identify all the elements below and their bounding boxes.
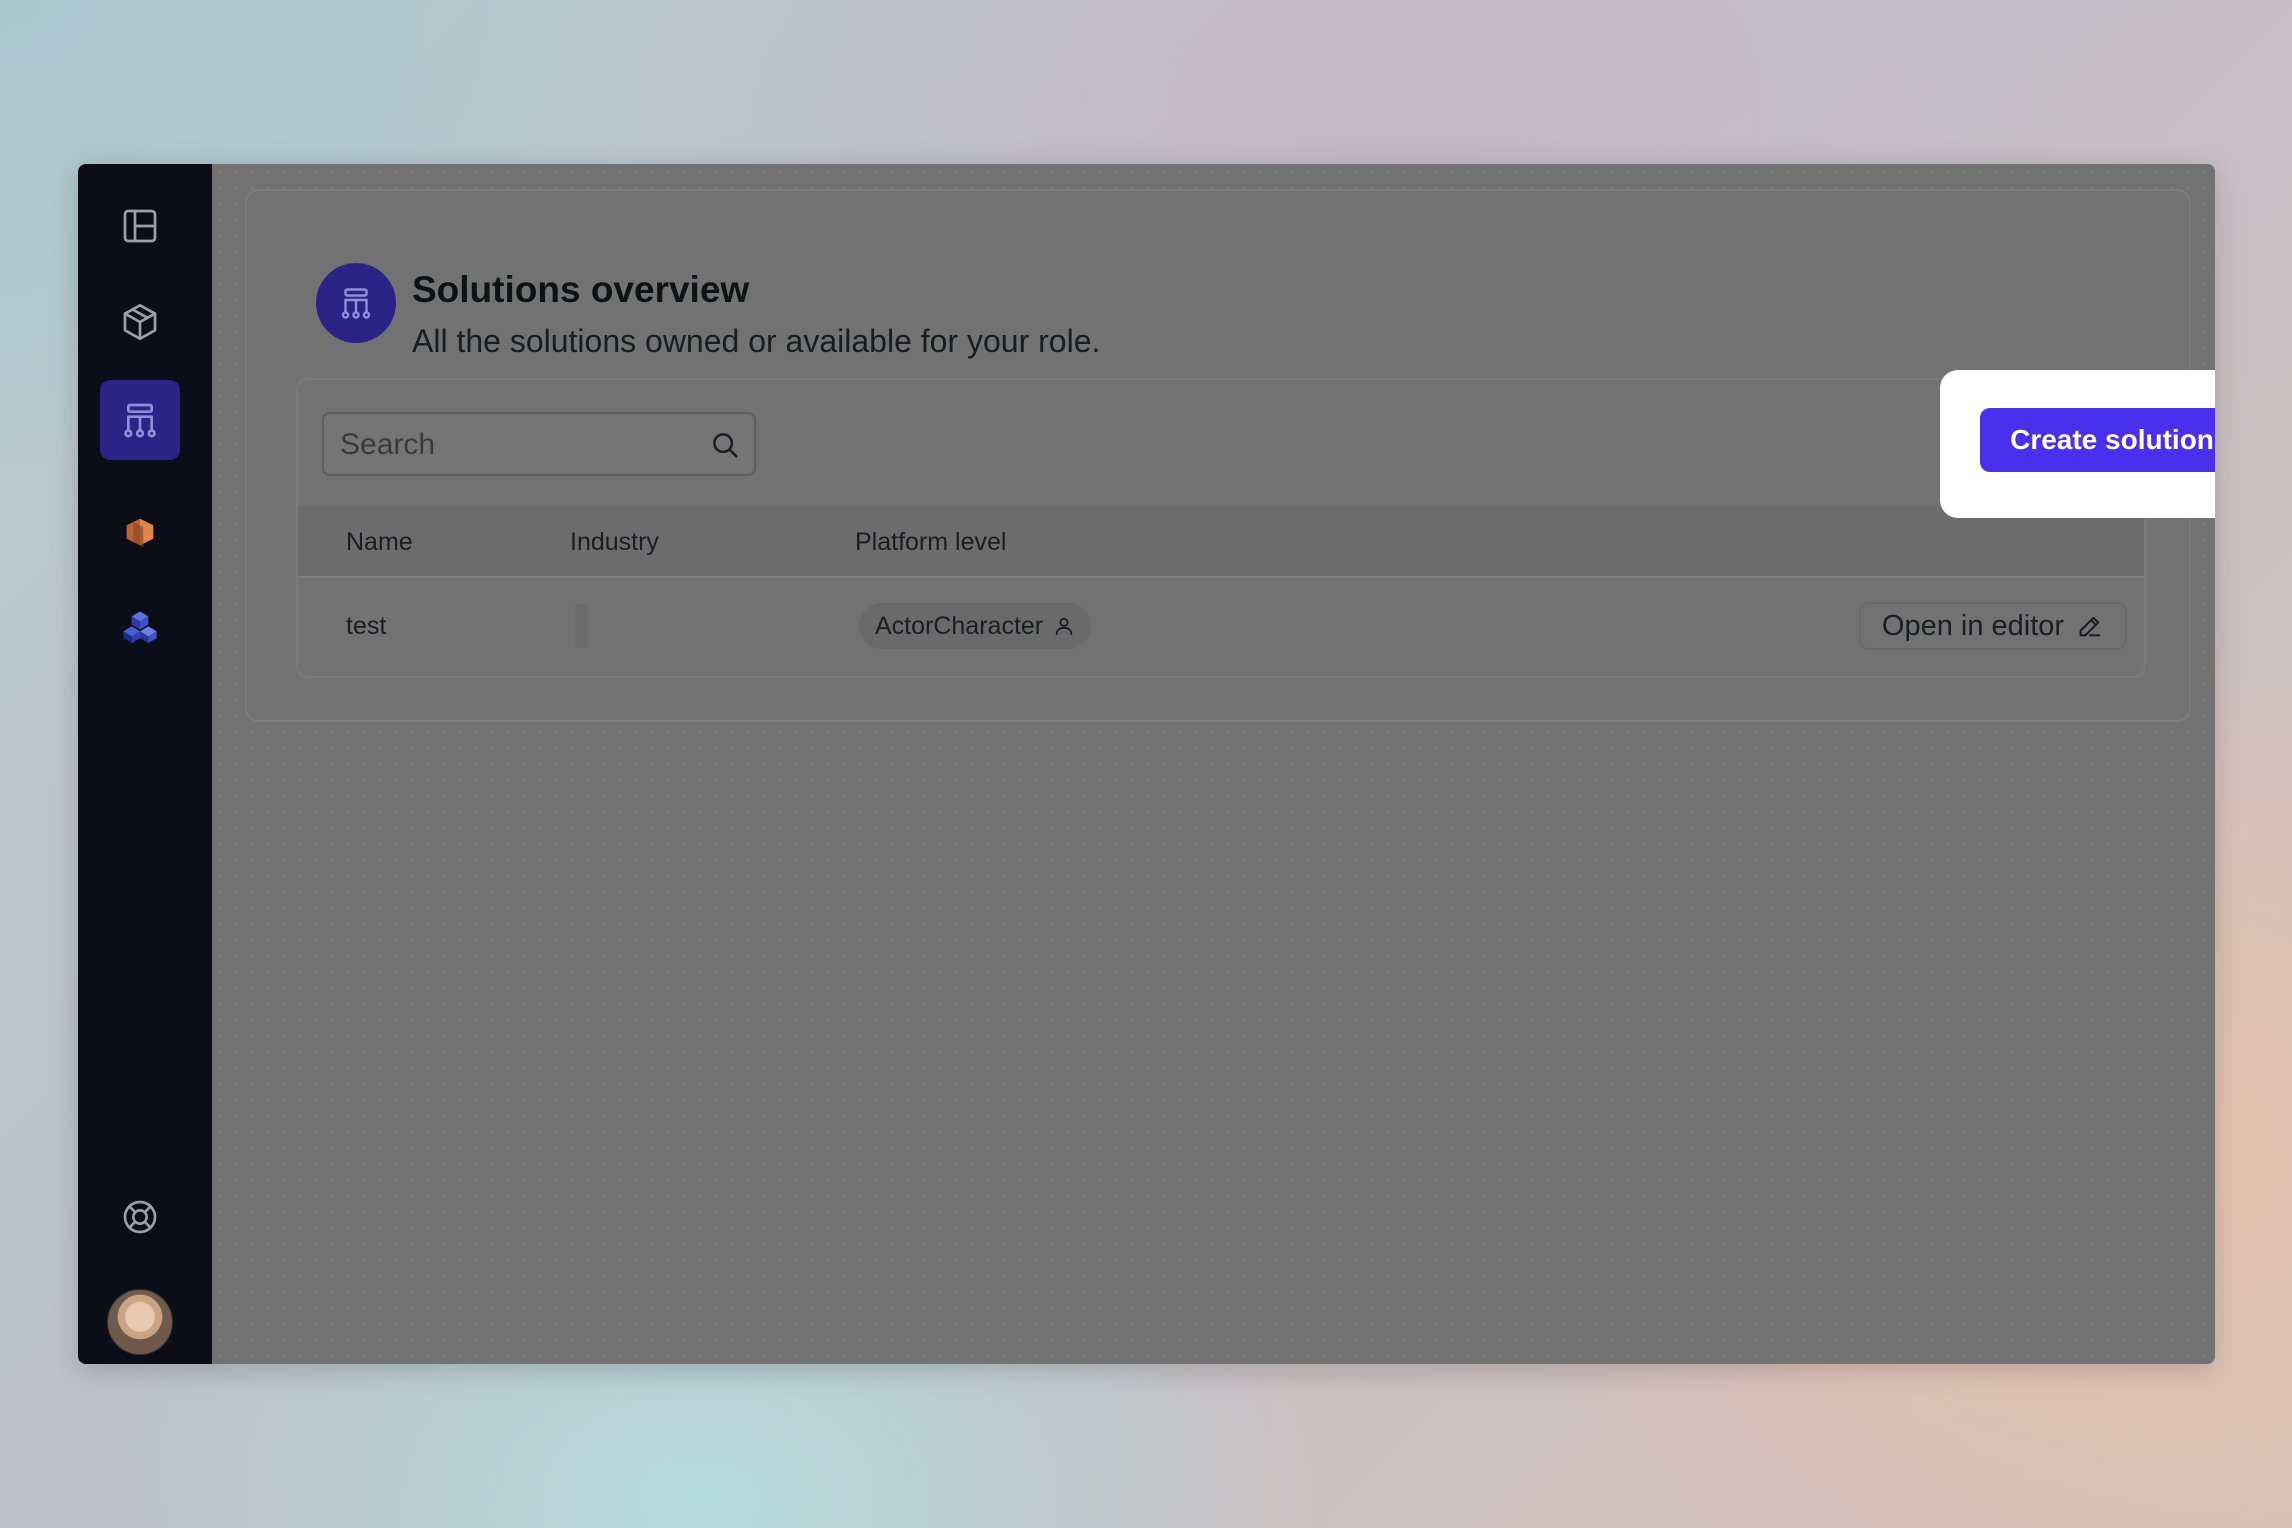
page-subtitle: All the solutions owned or available for… <box>412 323 1101 359</box>
sidebar-item-packages[interactable] <box>100 282 180 362</box>
sidebar <box>78 164 212 1364</box>
blue-cubes-logo <box>123 611 157 643</box>
page-icon <box>316 263 396 343</box>
user-icon <box>1055 617 1073 636</box>
platform-level-label: ActorCharacter <box>875 611 1044 640</box>
row-name: test <box>346 612 387 640</box>
sidebar-item-app-orange[interactable] <box>100 492 180 572</box>
lifebuoy-icon <box>123 1200 157 1234</box>
sidebar-item-solutions[interactable] <box>100 380 180 460</box>
search-icon[interactable] <box>710 430 740 460</box>
table-header: Name Industry Platform level <box>298 506 2144 578</box>
platform-level-badge: ActorCharacter <box>859 603 1092 649</box>
sidebar-item-app-blue[interactable] <box>100 588 180 668</box>
search-box <box>322 412 756 476</box>
open-in-editor-button[interactable]: Open in editor <box>1859 602 2127 650</box>
hierarchy-icon <box>341 288 371 319</box>
row-industry <box>574 604 588 648</box>
page-title: Solutions overview <box>412 269 750 310</box>
pencil-icon <box>2079 616 2101 637</box>
column-header-industry[interactable]: Industry <box>570 528 659 557</box>
solutions-table: Name Industry Platform level test ActorC… <box>296 378 2146 678</box>
help-button[interactable] <box>100 1177 180 1257</box>
hierarchy-icon <box>124 403 156 438</box>
main-content: Solutions overview All the solutions own… <box>212 164 2215 1364</box>
table-row[interactable]: test ActorCharacter Open in editor <box>298 578 2144 676</box>
column-header-name[interactable]: Name <box>346 528 413 557</box>
create-solution-button[interactable]: Create solution <box>1980 408 2215 472</box>
solutions-card: Solutions overview All the solutions own… <box>245 189 2191 722</box>
orange-cube-logo <box>126 518 154 547</box>
open-in-editor-label: Open in editor <box>1881 609 2065 642</box>
sidebar-item-dashboard[interactable] <box>100 186 180 266</box>
create-button-spotlight: Create solution <box>1940 370 2215 518</box>
avatar[interactable] <box>107 1289 173 1355</box>
search-input[interactable] <box>338 414 702 476</box>
box-icon <box>123 304 157 340</box>
app-window: Solutions overview All the solutions own… <box>78 164 2215 1364</box>
layout-icon <box>123 209 157 243</box>
column-header-platform-level[interactable]: Platform level <box>855 528 1006 557</box>
